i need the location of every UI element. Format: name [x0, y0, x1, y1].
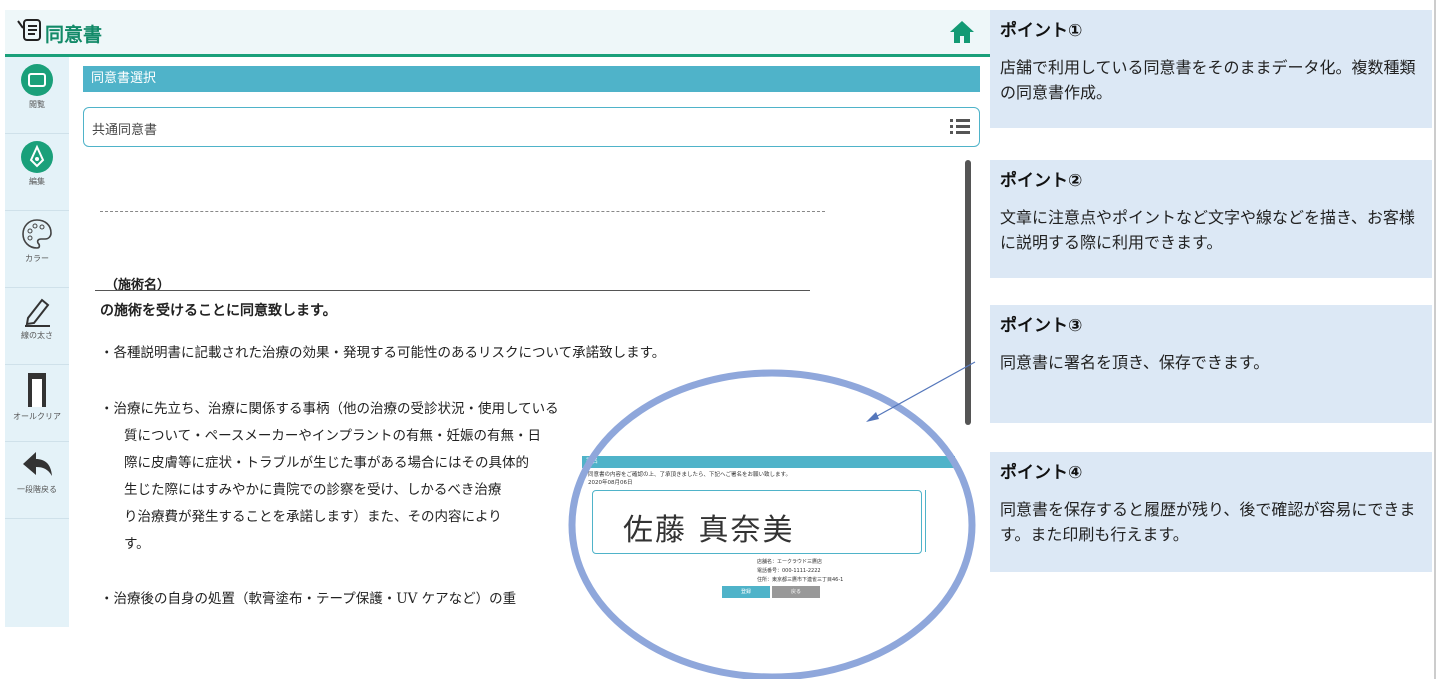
sidebar-item-line-width[interactable]: 線の太さ — [5, 288, 69, 365]
sidebar-item-label: オールクリア — [13, 412, 61, 421]
document-paragraph: ・治療に先立ち、治療に関係する事柄（他の治療の受診状況・使用している — [100, 401, 559, 417]
document-select[interactable]: 共通同意書 — [83, 107, 980, 147]
point-text: 同意書に署名を頂き、保存できます。 — [1000, 353, 1270, 372]
palette-icon — [22, 219, 52, 249]
sidebar-item-label: 閲覧 — [29, 100, 45, 109]
list-icon[interactable] — [949, 116, 971, 138]
point-box-1: ポイント① 店舗で利用している同意書をそのままデータ化。複数種類の同意書作成。 — [990, 10, 1432, 128]
title-bar: 同意書 — [5, 10, 990, 57]
store-phone: 電話番号：000-1111-2222 — [757, 568, 821, 574]
view-icon — [21, 64, 53, 96]
back-button[interactable]: 戻る — [772, 586, 820, 598]
point-box-3: ポイント③ 同意書に署名を頂き、保存できます。 — [990, 305, 1432, 423]
register-button[interactable]: 登録 — [722, 586, 770, 598]
store-name: 店舗名：エークラウド三鷹店 — [757, 559, 823, 565]
section-header: 同意書選択 — [83, 66, 980, 92]
point-title: ポイント② — [1000, 171, 1083, 191]
tool-sidebar: 閲覧 編集 カラー 線の太さ オールクリア 一段階戻る — [5, 57, 69, 627]
point-text: 店舗で利用している同意書をそのままデータ化。複数種類の同意書作成。 — [1000, 58, 1416, 102]
pen-icon — [25, 298, 50, 327]
app-title: 同意書 — [45, 24, 103, 46]
dialog-instruction: 同意書の内容をご確認の上、了承頂きましたら、下記へご署名をお願い致します。 — [588, 472, 791, 478]
dialog-date: 2020年08月06日 — [588, 480, 633, 486]
selected-document: 共通同意書 — [92, 123, 158, 138]
point-box-2: ポイント② 文章に注意点やポイントなど文字や線などを描き、お客様に説明する際に利… — [990, 160, 1432, 278]
document-paragraph: 質について・ペースメーカーやインプラントの有無・妊娠の有無・日 — [124, 428, 542, 444]
document-paragraph: ・治療後の自身の処置（軟膏塗布・テープ保護・UV ケアなど）の重 — [100, 591, 517, 607]
divider — [1434, 0, 1436, 679]
sidebar-item-label: 一段階戻る — [17, 485, 57, 494]
sidebar-item-label: 線の太さ — [21, 331, 53, 340]
point-title: ポイント③ — [1000, 316, 1083, 336]
divider — [95, 290, 810, 291]
sidebar-item-undo[interactable]: 一段階戻る — [5, 442, 69, 519]
sidebar-item-view[interactable]: 閲覧 — [5, 57, 69, 134]
scrollbar[interactable] — [965, 160, 971, 425]
point-title: ポイント① — [1000, 21, 1083, 41]
signature: 佐藤 真奈美 — [623, 513, 795, 548]
clear-all-icon — [28, 373, 46, 407]
dialog-header: 署名 — [582, 456, 955, 468]
point-text: 文章に注意点やポイントなど文字や線などを描き、お客様に説明する際に利用できます。 — [1000, 208, 1415, 252]
document-paragraph: 際に皮膚等に症状・トラブルが生じた事がある場合にはその具体的 — [124, 455, 529, 471]
consent-statement: の施術を受けることに同意致します。 — [100, 303, 337, 319]
document-paragraph: す。 — [124, 536, 150, 552]
divider — [100, 211, 825, 212]
sidebar-item-label: 編集 — [29, 177, 45, 186]
signature-dialog: 署名 同意書の内容をご確認の上、了承頂きましたら、下記へご署名をお願い致します。… — [582, 456, 957, 611]
edit-icon — [21, 141, 53, 173]
sidebar-item-label: カラー — [25, 254, 49, 263]
divider — [925, 490, 926, 552]
undo-icon — [23, 452, 52, 476]
signature-pad[interactable]: 佐藤 真奈美 — [592, 490, 922, 554]
point-title: ポイント④ — [1000, 463, 1083, 483]
point-text: 同意書を保存すると履歴が残り、後で確認が容易にできます。また印刷も行えます。 — [1000, 500, 1416, 544]
document-paragraph: ・各種説明書に記載された治療の効果・発現する可能性のあるリスクについて承諾致しま… — [100, 345, 666, 361]
point-box-4: ポイント④ 同意書を保存すると履歴が残り、後で確認が容易にできます。また印刷も行… — [990, 452, 1432, 572]
document-paragraph: り治療費が発生することを承諾します）また、その内容により — [124, 509, 502, 525]
sidebar-item-edit[interactable]: 編集 — [5, 134, 69, 211]
home-icon[interactable] — [949, 20, 975, 44]
document-list-icon — [17, 19, 41, 41]
sidebar-item-clear-all[interactable]: オールクリア — [5, 365, 69, 442]
document-paragraph: 生じた際にはすみやかに貴院での診察を受け、しかるべき治療 — [124, 482, 502, 498]
sidebar-item-color[interactable]: カラー — [5, 211, 69, 288]
store-address: 住所：東京都三鷹市下連雀三丁目46-1 — [757, 577, 844, 583]
